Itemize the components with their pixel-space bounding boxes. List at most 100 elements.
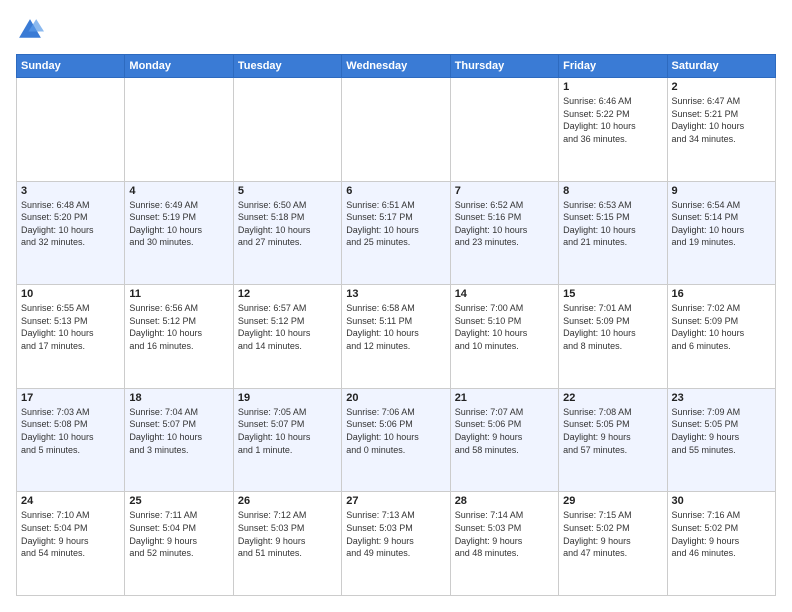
calendar-week-4: 17 Sunrise: 7:03 AMSunset: 5:08 PMDayligh… (17, 388, 776, 492)
calendar-cell: 1 Sunrise: 6:46 AMSunset: 5:22 PMDaylight… (559, 78, 667, 182)
day-number: 4 (129, 185, 228, 197)
day-number: 1 (563, 81, 662, 93)
calendar-week-3: 10 Sunrise: 6:55 AMSunset: 5:13 PMDayligh… (17, 285, 776, 389)
calendar-cell: 6Sunrise: 6:51 AMSunset: 5:17 PMDaylight… (342, 181, 450, 285)
calendar-header-thursday: Thursday (450, 55, 558, 78)
calendar-cell: 26 Sunrise: 7:12 AMSunset: 5:03 PMDayligh… (233, 492, 341, 596)
calendar-cell: 21 Sunrise: 7:07 AMSunset: 5:06 PMDayligh… (450, 388, 558, 492)
day-info: Sunrise: 7:05 AMSunset: 5:07 PMDaylight:… (238, 406, 337, 456)
day-number: 23 (672, 392, 771, 404)
day-number: 18 (129, 392, 228, 404)
day-number: 21 (455, 392, 554, 404)
calendar-cell: 20 Sunrise: 7:06 AMSunset: 5:06 PMDayligh… (342, 388, 450, 492)
calendar-cell: 12 Sunrise: 6:57 AMSunset: 5:12 PMDayligh… (233, 285, 341, 389)
day-info: Sunrise: 6:54 AMSunset: 5:14 PMDaylight:… (672, 199, 771, 249)
day-info: Sunrise: 7:12 AMSunset: 5:03 PMDaylight:… (238, 509, 337, 559)
day-number: 17 (21, 392, 120, 404)
day-number: 28 (455, 495, 554, 507)
day-info: Sunrise: 7:16 AMSunset: 5:02 PMDaylight:… (672, 509, 771, 559)
day-info: Sunrise: 6:55 AMSunset: 5:13 PMDaylight:… (21, 302, 120, 352)
day-info: Sunrise: 6:47 AMSunset: 5:21 PMDaylight:… (672, 95, 771, 145)
day-number: 16 (672, 288, 771, 300)
calendar-cell: 22 Sunrise: 7:08 AMSunset: 5:05 PMDayligh… (559, 388, 667, 492)
calendar-cell (125, 78, 233, 182)
day-number: 2 (672, 81, 771, 93)
day-info: Sunrise: 7:14 AMSunset: 5:03 PMDaylight:… (455, 509, 554, 559)
day-number: 3 (21, 185, 120, 197)
calendar-cell: 27Sunrise: 7:13 AMSunset: 5:03 PMDayligh… (342, 492, 450, 596)
calendar-header-monday: Monday (125, 55, 233, 78)
calendar-cell (450, 78, 558, 182)
day-info: Sunrise: 7:04 AMSunset: 5:07 PMDaylight:… (129, 406, 228, 456)
calendar-cell (342, 78, 450, 182)
day-info: Sunrise: 7:03 AMSunset: 5:08 PMDaylight:… (21, 406, 120, 456)
day-number: 9 (672, 185, 771, 197)
calendar-cell: 23 Sunrise: 7:09 AMSunset: 5:05 PMDayligh… (667, 388, 775, 492)
calendar-cell: 17 Sunrise: 7:03 AMSunset: 5:08 PMDayligh… (17, 388, 125, 492)
day-info: Sunrise: 7:13 AMSunset: 5:03 PMDaylight:… (346, 509, 445, 559)
day-info: Sunrise: 7:06 AMSunset: 5:06 PMDaylight:… (346, 406, 445, 456)
calendar-cell: 5 Sunrise: 6:50 AMSunset: 5:18 PMDaylight… (233, 181, 341, 285)
calendar-cell: 24 Sunrise: 7:10 AMSunset: 5:04 PMDayligh… (17, 492, 125, 596)
day-number: 11 (129, 288, 228, 300)
day-number: 15 (563, 288, 662, 300)
day-info: Sunrise: 7:15 AMSunset: 5:02 PMDaylight:… (563, 509, 662, 559)
calendar-cell: 8Sunrise: 6:53 AMSunset: 5:15 PMDaylight… (559, 181, 667, 285)
day-number: 19 (238, 392, 337, 404)
calendar-header-tuesday: Tuesday (233, 55, 341, 78)
day-info: Sunrise: 7:00 AMSunset: 5:10 PMDaylight:… (455, 302, 554, 352)
calendar-header-sunday: Sunday (17, 55, 125, 78)
calendar-cell: 2 Sunrise: 6:47 AMSunset: 5:21 PMDaylight… (667, 78, 775, 182)
day-info: Sunrise: 6:46 AMSunset: 5:22 PMDaylight:… (563, 95, 662, 145)
day-info: Sunrise: 7:09 AMSunset: 5:05 PMDaylight:… (672, 406, 771, 456)
day-number: 30 (672, 495, 771, 507)
calendar-cell: 13 Sunrise: 6:58 AMSunset: 5:11 PMDayligh… (342, 285, 450, 389)
day-info: Sunrise: 7:07 AMSunset: 5:06 PMDaylight:… (455, 406, 554, 456)
calendar-header-row: SundayMondayTuesdayWednesdayThursdayFrid… (17, 55, 776, 78)
day-info: Sunrise: 6:57 AMSunset: 5:12 PMDaylight:… (238, 302, 337, 352)
day-info: Sunrise: 6:52 AMSunset: 5:16 PMDaylight:… (455, 199, 554, 249)
calendar-header-wednesday: Wednesday (342, 55, 450, 78)
calendar-week-5: 24 Sunrise: 7:10 AMSunset: 5:04 PMDayligh… (17, 492, 776, 596)
calendar-cell: 10 Sunrise: 6:55 AMSunset: 5:13 PMDayligh… (17, 285, 125, 389)
day-info: Sunrise: 6:58 AMSunset: 5:11 PMDaylight:… (346, 302, 445, 352)
page: SundayMondayTuesdayWednesdayThursdayFrid… (0, 0, 792, 612)
day-info: Sunrise: 7:11 AMSunset: 5:04 PMDaylight:… (129, 509, 228, 559)
calendar-cell: 14 Sunrise: 7:00 AMSunset: 5:10 PMDayligh… (450, 285, 558, 389)
calendar-cell: 4Sunrise: 6:49 AMSunset: 5:19 PMDaylight… (125, 181, 233, 285)
calendar-header-saturday: Saturday (667, 55, 775, 78)
day-number: 25 (129, 495, 228, 507)
day-number: 7 (455, 185, 554, 197)
day-info: Sunrise: 6:56 AMSunset: 5:12 PMDaylight:… (129, 302, 228, 352)
day-number: 13 (346, 288, 445, 300)
logo (16, 16, 48, 44)
calendar-cell: 28 Sunrise: 7:14 AMSunset: 5:03 PMDayligh… (450, 492, 558, 596)
day-number: 10 (21, 288, 120, 300)
day-info: Sunrise: 7:10 AMSunset: 5:04 PMDaylight:… (21, 509, 120, 559)
calendar-cell: 18 Sunrise: 7:04 AMSunset: 5:07 PMDayligh… (125, 388, 233, 492)
calendar-cell (17, 78, 125, 182)
calendar-week-1: 1 Sunrise: 6:46 AMSunset: 5:22 PMDaylight… (17, 78, 776, 182)
calendar-cell: 25 Sunrise: 7:11 AMSunset: 5:04 PMDayligh… (125, 492, 233, 596)
day-number: 12 (238, 288, 337, 300)
day-info: Sunrise: 7:01 AMSunset: 5:09 PMDaylight:… (563, 302, 662, 352)
day-info: Sunrise: 7:02 AMSunset: 5:09 PMDaylight:… (672, 302, 771, 352)
day-number: 5 (238, 185, 337, 197)
day-info: Sunrise: 6:50 AMSunset: 5:18 PMDaylight:… (238, 199, 337, 249)
calendar-cell: 7 Sunrise: 6:52 AMSunset: 5:16 PMDaylight… (450, 181, 558, 285)
calendar-cell: 15 Sunrise: 7:01 AMSunset: 5:09 PMDayligh… (559, 285, 667, 389)
day-number: 22 (563, 392, 662, 404)
day-info: Sunrise: 7:08 AMSunset: 5:05 PMDaylight:… (563, 406, 662, 456)
calendar-cell (233, 78, 341, 182)
day-number: 29 (563, 495, 662, 507)
day-number: 20 (346, 392, 445, 404)
day-number: 14 (455, 288, 554, 300)
calendar-week-2: 3 Sunrise: 6:48 AMSunset: 5:20 PMDaylight… (17, 181, 776, 285)
calendar-cell: 3 Sunrise: 6:48 AMSunset: 5:20 PMDaylight… (17, 181, 125, 285)
day-info: Sunrise: 6:48 AMSunset: 5:20 PMDaylight:… (21, 199, 120, 249)
day-number: 26 (238, 495, 337, 507)
calendar-cell: 29 Sunrise: 7:15 AMSunset: 5:02 PMDayligh… (559, 492, 667, 596)
day-number: 24 (21, 495, 120, 507)
logo-icon (16, 16, 44, 44)
day-number: 6 (346, 185, 445, 197)
